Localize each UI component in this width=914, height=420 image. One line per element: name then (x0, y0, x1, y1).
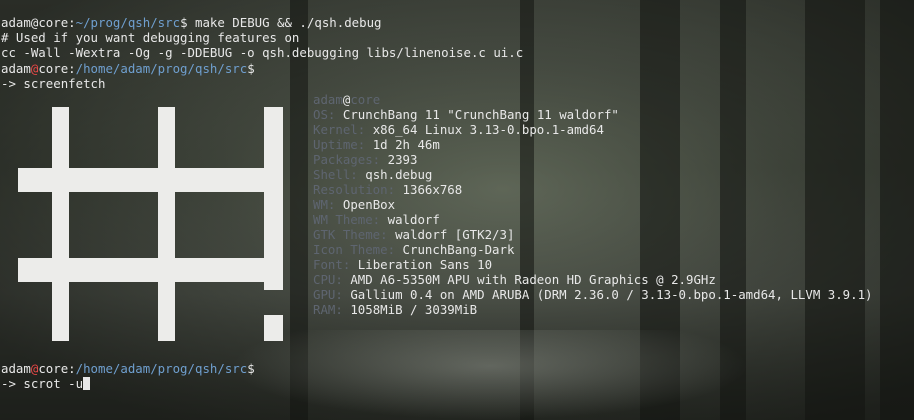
screenfetch-row: Kernel: x86_64 Linux 3.13-0.bpo.1-amd64 (313, 122, 604, 137)
text-cursor (83, 377, 91, 390)
screenfetch-value: OpenBox (342, 197, 396, 212)
command-line: -> screenfetch (1, 76, 106, 91)
screenfetch-row: OS: CrunchBang 11 "CrunchBang 11 waldorf… (313, 107, 619, 122)
screenfetch-key: Font: (313, 257, 351, 272)
screenfetch-value: 2393 (387, 152, 418, 167)
screenfetch-key: Kernel: (313, 122, 366, 137)
screenfetch-key: WM Theme: (313, 212, 381, 227)
screenfetch-value: Gallium 0.4 on AMD ARUBA (DRM 2.36.0 / 3… (350, 287, 873, 302)
screenfetch-key: GTK Theme: (313, 227, 388, 242)
prompt-line: adam@core:/home/adam/prog/qsh/src$ (1, 361, 255, 376)
screenfetch-value: AMD A6-5350M APU with Radeon HD Graphics… (350, 272, 716, 287)
screenfetch-row: WM: OpenBox (313, 197, 395, 212)
command-text: make DEBUG && ./qsh.debug (195, 15, 382, 30)
screenfetch-row: RAM: 1058MiB / 3039MiB (313, 302, 477, 317)
wallpaper-stream (230, 330, 750, 420)
screenfetch-key: CPU: (313, 272, 343, 287)
screenfetch-value: Liberation Sans 10 (357, 257, 493, 272)
prompt-line: adam@core:~/prog/qsh/src$ make DEBUG && … (1, 15, 382, 30)
screenfetch-key: WM: (313, 197, 336, 212)
screenfetch-row: Packages: 2393 (313, 152, 417, 167)
screenfetch-value: CrunchBang 11 "CrunchBang 11 waldorf" (342, 107, 619, 122)
command-line[interactable]: -> scrot -u (1, 376, 91, 391)
screenfetch-row: Uptime: 1d 2h 46m (313, 137, 440, 152)
screenfetch-key: Resolution: (313, 182, 396, 197)
screenfetch-value: 1d 2h 46m (372, 137, 440, 152)
screenfetch-row: CPU: AMD A6-5350M APU with Radeon HD Gra… (313, 272, 716, 287)
screenfetch-value: waldorf (387, 212, 440, 227)
screenfetch-row: GTK Theme: waldorf [GTK2/3] (313, 227, 514, 242)
screenfetch-row: Font: Liberation Sans 10 (313, 257, 492, 272)
screenfetch-row: GPU: Gallium 0.4 on AMD ARUBA (DRM 2.36.… (313, 287, 873, 302)
screenfetch-key: Uptime: (313, 137, 366, 152)
screenfetch-row: Icon Theme: CrunchBang-Dark (313, 242, 514, 257)
screenfetch-key: Packages: (313, 152, 381, 167)
screenfetch-row: Resolution: 1366x768 (313, 182, 462, 197)
output-line: # Used if you want debugging features on (1, 30, 300, 45)
screenfetch-key: Icon Theme: (313, 242, 396, 257)
screenfetch-key: GPU: (313, 287, 343, 302)
output-line: cc -Wall -Wextra -Og -g -DDEBUG -o qsh.d… (1, 45, 524, 60)
screenfetch-row: Shell: qsh.debug (313, 167, 432, 182)
prompt-line: adam@core:/home/adam/prog/qsh/src$ (1, 61, 255, 76)
screenfetch-key: Shell: (313, 167, 358, 182)
screenfetch-key: RAM: (313, 302, 343, 317)
screenfetch-value: qsh.debug (365, 167, 433, 182)
screenfetch-header: adam@core (313, 92, 381, 107)
screenfetch-row: WM Theme: waldorf (313, 212, 440, 227)
screenfetch-value: waldorf [GTK2/3] (395, 227, 515, 242)
screenfetch-value: x86_64 Linux 3.13-0.bpo.1-amd64 (372, 122, 604, 137)
screenfetch-key: OS: (313, 107, 336, 122)
screenfetch-value: 1366x768 (402, 182, 463, 197)
screenfetch-value: CrunchBang-Dark (402, 242, 515, 257)
screenfetch-value: 1058MiB / 3039MiB (350, 302, 478, 317)
